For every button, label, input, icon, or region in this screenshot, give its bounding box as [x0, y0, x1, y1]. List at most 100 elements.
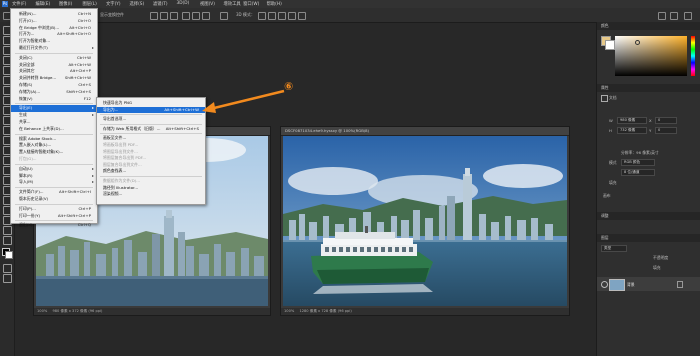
menu-2[interactable]: 图像(I) [59, 1, 72, 7]
menu-8[interactable]: 视图(V) [200, 1, 215, 7]
y-field[interactable]: 0 [655, 127, 677, 134]
menu-item[interactable]: 关闭全部 Alt+Ctrl+W [11, 62, 97, 69]
height-field[interactable]: 732 像素 [617, 127, 647, 134]
layer-name[interactable]: 背景 [627, 282, 635, 288]
3d-drag-icon[interactable] [278, 12, 286, 20]
align-middle-icon[interactable] [192, 12, 200, 20]
menu-item[interactable]: 版本历史记录(V) [11, 196, 97, 203]
document-canvas-right[interactable] [283, 136, 567, 306]
menu-item[interactable]: 打开为智能对象... [11, 38, 97, 45]
menu-item[interactable]: 退出(X) Ctrl+Q [11, 222, 97, 229]
3d-slide-icon[interactable] [288, 12, 296, 20]
menu-item[interactable]: 生成 ▸ [11, 112, 97, 119]
menu-item[interactable]: 恢复(V) F12 [11, 96, 97, 103]
menu-item[interactable]: 在 Behance 上共享(D)... [11, 126, 97, 133]
menu-item[interactable]: 关闭并转到 Bridge... Shift+Ctrl+W [11, 75, 97, 82]
submenu-arrow-icon: ▸ [92, 105, 94, 111]
share-icon[interactable] [684, 12, 692, 20]
menu-item-shortcut: Alt+Shift+Ctrl+O [57, 31, 91, 37]
menu-7[interactable]: 3D(D) [177, 1, 190, 6]
menu-item[interactable]: 存储为(A)... Shift+Ctrl+S [11, 89, 97, 96]
workspace-icon[interactable] [670, 12, 678, 20]
align-bottom-icon[interactable] [202, 12, 210, 20]
hue-slider[interactable] [691, 36, 695, 76]
menu-item[interactable]: 文件简介(F)... Alt+Shift+Ctrl+I [11, 189, 97, 196]
menu-item[interactable]: 导出(E) ▸ [11, 105, 97, 113]
menu-item[interactable]: 导出首选项... [97, 116, 205, 123]
layer-kind-filter[interactable]: 类型 [601, 245, 627, 252]
align-right-icon[interactable] [170, 12, 178, 20]
tab-adjustments[interactable]: 调整 [597, 213, 609, 218]
background-color-swatch[interactable] [5, 251, 13, 259]
menu-item[interactable]: 在 Bridge 中浏览(B)... Alt+Ctrl+O [11, 25, 97, 32]
visibility-eye-icon[interactable] [601, 281, 608, 288]
menu-item[interactable]: 导入(M) ▸ [11, 179, 97, 186]
menu-item[interactable]: 置入嵌入对象(L)... [11, 142, 97, 149]
3d-roll-icon[interactable] [268, 12, 276, 20]
mode-select[interactable]: RGB 颜色 [621, 159, 655, 166]
menu-item[interactable]: 存储为 Web 所用格式（旧版）... Alt+Shift+Ctrl+S [97, 126, 205, 133]
document-window-right[interactable]: DSCF0871034.ehe9.hyssxy @ 100%(RGB/8) 10… [280, 126, 570, 316]
menu-item[interactable]: 导出为... Alt+Shift+Ctrl+W [97, 106, 205, 114]
menu-10[interactable]: 窗口(W) [243, 1, 259, 7]
quick-mask-icon[interactable] [3, 264, 12, 273]
menu-item[interactable]: 脚本(R) ▸ [11, 173, 97, 180]
menu-item[interactable]: 置入链接的智能对象(K)... [11, 149, 97, 156]
align-left-icon[interactable] [150, 12, 158, 20]
search-icon[interactable] [658, 12, 666, 20]
menu-item[interactable]: 搜索 Adobe Stock... [11, 136, 97, 143]
menu-4[interactable]: 文字(Y) [106, 1, 121, 7]
menu-item[interactable]: 打印(P)... Ctrl+P [11, 206, 97, 213]
menu-5[interactable]: 选择(S) [130, 1, 145, 7]
tab-layers[interactable]: 图层 [597, 235, 609, 240]
menu-item[interactable]: 打包(G)... [11, 156, 97, 163]
adjustments-panel-header[interactable]: 调整 [597, 212, 700, 220]
menu-item[interactable]: 打印一份(Y) Alt+Shift+Ctrl+P [11, 213, 97, 220]
menu-item[interactable]: 存储(S) Ctrl+S [11, 82, 97, 89]
width-field[interactable]: 980 像素 [617, 117, 647, 124]
tab-color[interactable]: 颜色 [597, 23, 609, 28]
menu-item[interactable]: 关闭其它 Alt+Ctrl+P [11, 68, 97, 75]
right-panels: 颜色 属性 文档 W 980 像素 X 0 H 732 像素 Y 0 分辨率：9… [596, 22, 700, 356]
lock-icon [677, 281, 683, 288]
menu-item[interactable]: 新建(N)... Ctrl+N [11, 11, 97, 18]
menu-item[interactable]: 打开(O)... Ctrl+O [11, 18, 97, 25]
more-options-icon[interactable] [220, 12, 228, 20]
menu-item[interactable]: 自动(U) ▸ [11, 166, 97, 173]
3d-scale-icon[interactable] [298, 12, 306, 20]
menu-6[interactable]: 滤镜(T) [153, 1, 168, 7]
menu-9[interactable]: 增效工具 [224, 1, 241, 7]
screen-mode-icon[interactable] [3, 274, 12, 283]
properties-panel-header[interactable]: 属性 [597, 84, 700, 92]
tab-properties[interactable]: 属性 [597, 85, 609, 90]
menu-item[interactable]: 渲染视频... [97, 191, 205, 198]
menu-11[interactable]: 帮助(H) [267, 1, 282, 7]
color-picker-cursor[interactable] [635, 40, 640, 45]
menu-1[interactable]: 编辑(E) [36, 1, 51, 7]
menu-item-label: 导出首选项... [103, 116, 127, 122]
menu-item-shortcut: Ctrl+Q [77, 222, 91, 228]
menu-item[interactable]: 共享... [11, 119, 97, 126]
menu-item[interactable]: 关闭(C) Ctrl+W [11, 55, 97, 62]
menu-item[interactable]: 颜色查找表... [97, 168, 205, 175]
document-tab-right[interactable]: DSCF0871034.ehe9.hyssxy @ 100%(RGB/8) [281, 127, 569, 136]
color-picker-field[interactable] [615, 36, 687, 76]
menu-separator [15, 133, 93, 135]
menu-item-label: 关闭其它 [19, 68, 35, 74]
menu-item-shortcut: Ctrl+N [77, 11, 91, 16]
menu-3[interactable]: 图层(L) [83, 1, 97, 7]
color-panel-header[interactable]: 颜色 [597, 22, 700, 30]
menu-item[interactable]: 打开为... Alt+Shift+Ctrl+O [11, 31, 97, 38]
menu-0[interactable]: 文件(F) [12, 1, 26, 7]
3d-rotate-icon[interactable] [258, 12, 266, 20]
align-top-icon[interactable] [182, 12, 190, 20]
edit-toolbar-icon[interactable] [3, 236, 12, 245]
background-swatch[interactable] [605, 40, 615, 50]
layers-panel-header[interactable]: 图层 [597, 234, 700, 242]
menu-item[interactable]: 最近打开文件(T) ▸ [11, 45, 97, 52]
x-field[interactable]: 0 [655, 117, 677, 124]
menu-item-label: 渲染视频... [103, 191, 123, 197]
align-center-icon[interactable] [160, 12, 168, 20]
bit-depth-select[interactable]: 8 位/通道 [621, 169, 655, 176]
menu-item-label: 共享... [19, 119, 31, 124]
